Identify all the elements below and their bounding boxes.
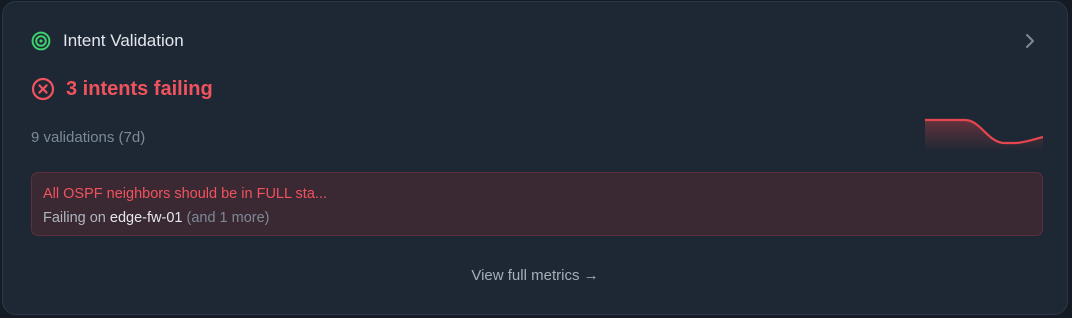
view-full-metrics-link[interactable]: View full metrics → <box>3 267 1067 284</box>
intent-validation-card: Intent Validation 3 intents failing 9 va… <box>2 1 1068 315</box>
validations-summary: 9 validations (7d) <box>31 129 146 146</box>
target-icon <box>31 31 51 51</box>
trend-sparkline <box>925 118 1043 151</box>
alert-device-name: edge-fw-01 <box>109 210 183 226</box>
x-circle-icon <box>31 77 55 101</box>
alert-prefix: Failing on <box>43 210 106 226</box>
alert-failing-devices: Failing on edge-fw-01 (and 1 more) <box>43 210 270 226</box>
failing-status: 3 intents failing <box>31 75 213 103</box>
sparkline-area <box>925 120 1043 151</box>
chevron-right-icon[interactable] <box>1023 32 1037 50</box>
card-title: Intent Validation <box>63 31 184 50</box>
alert-more-count: (and 1 more) <box>186 210 270 226</box>
alert-intent-title: All OSPF neighbors should be in FULL sta… <box>43 186 327 202</box>
failing-intent-alert[interactable]: All OSPF neighbors should be in FULL sta… <box>31 172 1043 236</box>
failing-count-text: 3 intents failing <box>66 77 213 100</box>
card-header: Intent Validation <box>31 28 1039 54</box>
